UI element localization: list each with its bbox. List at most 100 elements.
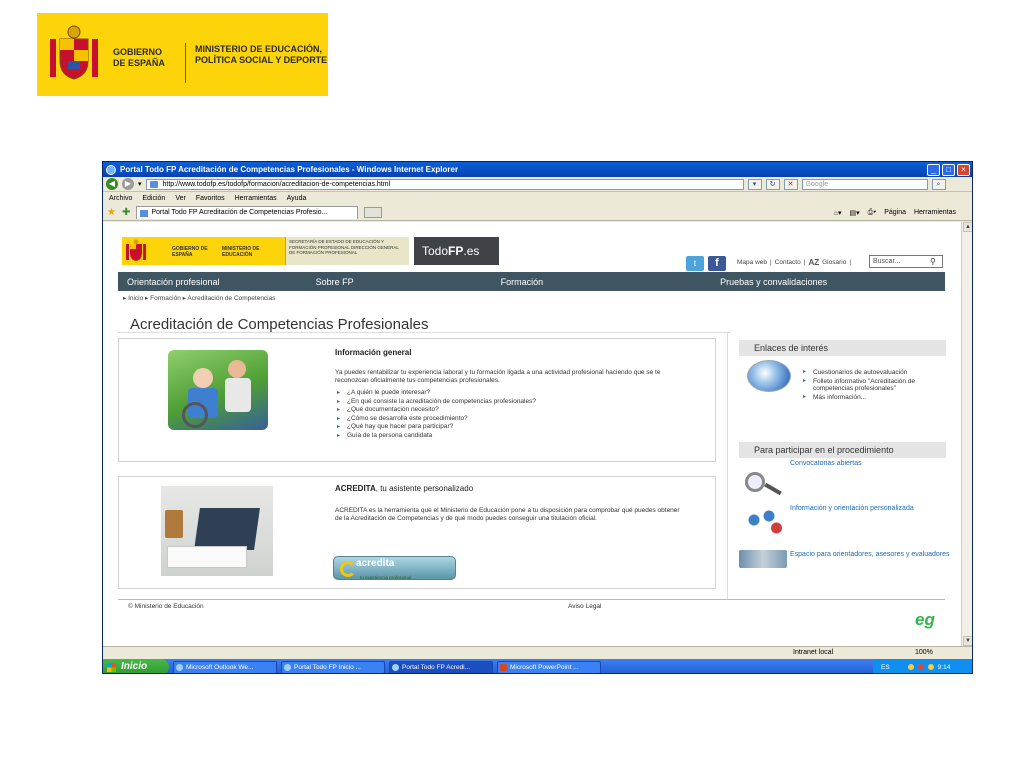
acredita-title-rest: , tu asistente personalizado	[375, 484, 474, 493]
menu-bar: Archivo Edición Ver Favoritos Herramient…	[103, 192, 972, 205]
social-links: t f	[686, 256, 726, 271]
menu-herramientas[interactable]: Herramientas	[235, 195, 277, 202]
divider: |	[849, 259, 852, 266]
facebook-icon[interactable]: f	[708, 256, 726, 271]
nav-orientacion[interactable]: Orientación profesional	[127, 277, 220, 287]
title-bar[interactable]: Portal Todo FP Acreditación de Competenc…	[103, 162, 972, 177]
divider: |	[803, 259, 806, 266]
refresh-button[interactable]: ↻	[765, 178, 780, 190]
task-powerpoint[interactable]: Microsoft PowerPoint ...	[497, 660, 601, 673]
browser-window: Portal Todo FP Acreditación de Competenc…	[102, 161, 973, 674]
task-outlook[interactable]: Microsoft Outlook We...	[173, 660, 277, 673]
print-icon[interactable]: ⎙▾	[868, 209, 877, 217]
nav-sobre-fp[interactable]: Sobre FP	[316, 277, 354, 287]
search-input[interactable]: Google	[801, 178, 928, 190]
links-heading: Enlaces de interés	[739, 340, 946, 356]
search-icon[interactable]: ⚲	[930, 257, 936, 266]
coat-of-arms-icon	[126, 239, 146, 261]
menu-ver[interactable]: Ver	[175, 195, 186, 202]
search-icon[interactable]: ⌕	[931, 178, 946, 190]
close-button[interactable]: ×	[957, 163, 970, 176]
breadcrumb[interactable]: ▸ Inicio ▸ Formación ▸ Acreditación de C…	[123, 294, 276, 302]
disc-icon	[747, 360, 791, 392]
brand-todo: Todo	[422, 244, 449, 258]
list-item[interactable]: Más información...	[803, 394, 933, 402]
minimize-button[interactable]: _	[927, 163, 940, 176]
taskbar: Inicio Microsoft Outlook We... Portal To…	[103, 659, 972, 673]
status-bar: Intranet local 100%	[103, 646, 972, 659]
zoom-level[interactable]: 100%	[915, 647, 933, 659]
favorites-star-icon[interactable]: ★	[107, 207, 116, 218]
link-aviso-legal[interactable]: Aviso Legal	[568, 603, 602, 610]
link-espacio-orientadores[interactable]: Espacio para orientadores, asesores y ev…	[790, 551, 950, 559]
menu-edicion[interactable]: Edición	[142, 195, 165, 202]
site-gov-logo[interactable]: GOBIERNO DE ESPAÑA MINISTERIO DE EDUCACI…	[122, 237, 409, 265]
nav-formacion[interactable]: Formación	[501, 277, 544, 287]
eg-logo: eg	[915, 610, 935, 629]
list-item[interactable]: ¿Qué hay que hacer para participar?	[337, 423, 536, 432]
info-title: Información general	[335, 348, 412, 357]
ministry-name: MINISTERIO DE EDUCACIÓN, POLÍTICA SOCIAL…	[195, 44, 328, 65]
menu-archivo[interactable]: Archivo	[109, 195, 132, 202]
link-orientacion-personalizada[interactable]: Información y orientación personalizada	[790, 505, 950, 513]
new-tab-button[interactable]	[364, 207, 383, 218]
tools-menu[interactable]: Herramientas	[914, 209, 956, 216]
task-todofp-acreditacion[interactable]: Portal Todo FP Acredi...	[389, 660, 493, 673]
page-menu[interactable]: Página	[884, 209, 906, 216]
tray-icon[interactable]	[917, 664, 924, 670]
tab-current[interactable]: Portal Todo FP Acreditación de Competenc…	[136, 206, 359, 219]
back-button[interactable]: ◀	[106, 178, 118, 190]
scroll-up-arrow-icon[interactable]: ▲	[963, 222, 972, 232]
twitter-icon[interactable]: t	[686, 256, 704, 271]
interest-links: Cuestionarios de autoevaluación Folleto …	[803, 369, 933, 402]
vertical-scrollbar[interactable]: ▲ ▼	[961, 222, 972, 646]
main-nav: Orientación profesional Sobre FP Formaci…	[118, 272, 945, 291]
list-item[interactable]: ¿Cómo se desarrolla este procedimiento?	[337, 415, 536, 424]
add-favorite-icon[interactable]: ✚	[122, 207, 130, 218]
acredita-button-sub: tu experiencia profesional	[360, 575, 412, 580]
address-input[interactable]: http://www.todofp.es/todofp/formacion/ac…	[145, 178, 744, 190]
start-button[interactable]: Inicio	[103, 659, 169, 673]
list-item[interactable]: ¿En qué consiste la acreditación de comp…	[337, 398, 536, 407]
list-item[interactable]: ¿Qué documentación necesito?	[337, 406, 536, 415]
tray-icon[interactable]	[927, 664, 934, 670]
scroll-down-arrow-icon[interactable]: ▼	[963, 636, 972, 646]
banner-divider	[185, 43, 186, 83]
list-item[interactable]: Guía de la persona candidata	[337, 432, 536, 441]
link-glosario[interactable]: Glosario	[822, 259, 846, 266]
link-contacto[interactable]: Contacto	[775, 259, 801, 266]
window-title: Portal Todo FP Acreditación de Competenc…	[120, 165, 459, 174]
todofp-logo[interactable]: TodoFP.es	[414, 237, 499, 265]
address-dropdown-button[interactable]: ▾	[747, 178, 762, 190]
participate-heading: Para participar en el procedimiento	[739, 442, 946, 458]
forward-button[interactable]: ▶	[122, 178, 134, 190]
acredita-button-label: acredita	[356, 558, 395, 569]
page-viewport: GOBIERNO DE ESPAÑA MINISTERIO DE EDUCACI…	[103, 222, 961, 646]
stop-button[interactable]: ✕	[783, 178, 798, 190]
clock: 9:14	[937, 663, 951, 671]
acredita-button[interactable]: acredita tu experiencia profesional	[333, 556, 456, 580]
system-tray: ES 9:14	[873, 659, 972, 673]
menu-ayuda[interactable]: Ayuda	[287, 195, 307, 202]
tray-icon[interactable]	[907, 664, 914, 670]
slide: GOBIERNO DE ESPAÑA MINISTERIO DE EDUCACI…	[0, 0, 1024, 768]
history-dropdown-icon[interactable]: ▾	[138, 180, 142, 188]
brand-fp: FP	[448, 244, 464, 258]
list-item[interactable]: ¿A quién le puede interesar?	[337, 389, 536, 398]
acredita-card: ACREDITA, tu asistente personalizado ACR…	[118, 476, 716, 589]
ie-logo-icon	[106, 164, 116, 175]
glossary-az-icon[interactable]: AZ	[808, 258, 819, 267]
maximize-button[interactable]: □	[942, 163, 955, 176]
list-item[interactable]: Cuestionarios de autoevaluación	[803, 369, 933, 377]
task-todofp-inicio[interactable]: Portal Todo FP Inicio ...	[281, 660, 385, 673]
list-item[interactable]: Folleto informativo "Acreditación de com…	[803, 378, 933, 393]
column-divider	[727, 332, 728, 599]
link-convocatorias[interactable]: Convocatorias abiertas	[790, 460, 950, 468]
language-indicator[interactable]: ES	[881, 664, 890, 671]
feeds-icon[interactable]: ▤▾	[850, 209, 860, 217]
link-mapa-web[interactable]: Mapa web	[737, 259, 767, 266]
home-icon[interactable]: ⌂▾	[834, 209, 842, 217]
brand-es: .es	[463, 244, 480, 258]
menu-favoritos[interactable]: Favoritos	[196, 195, 225, 202]
nav-pruebas[interactable]: Pruebas y convalidaciones	[720, 277, 827, 287]
